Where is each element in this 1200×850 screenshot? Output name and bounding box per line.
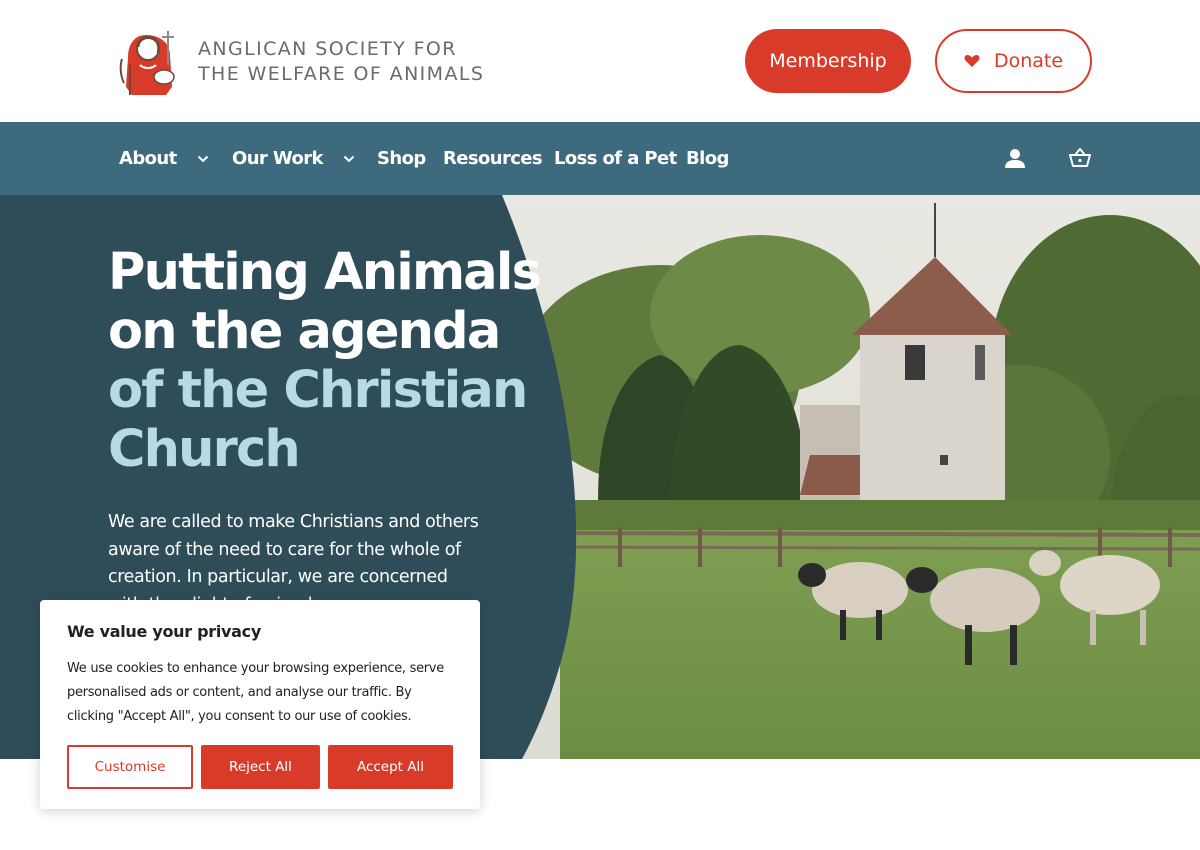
- hero-title-line-3: of the Christian: [108, 361, 528, 420]
- nav-item-label: Resources: [443, 148, 543, 169]
- membership-button[interactable]: Membership: [745, 29, 911, 93]
- nav-item-about[interactable]: About: [119, 122, 209, 195]
- hero-title-line-4: Church: [108, 420, 301, 479]
- customise-button[interactable]: Customise: [67, 745, 193, 789]
- chevron-down-icon[interactable]: [197, 155, 209, 163]
- main-navigation: About Our Work Shop Resources Loss of a …: [0, 122, 1200, 195]
- nav-item-label: Blog: [686, 148, 729, 169]
- saint-with-lamb-logo-icon: [119, 31, 175, 95]
- heart-icon: [964, 55, 980, 67]
- donate-label: Donate: [993, 50, 1064, 72]
- nav-item-loss-of-a-pet[interactable]: Loss of a Pet: [554, 122, 677, 195]
- hero-title-line-2: on the agenda: [108, 302, 501, 361]
- donate-button[interactable]: Donate: [935, 29, 1092, 93]
- site-logo[interactable]: ANGLICAN SOCIETY FOR THE WELFARE OF ANIM…: [116, 24, 483, 100]
- site-header: ANGLICAN SOCIETY FOR THE WELFARE OF ANIM…: [0, 0, 1200, 122]
- hero-title-line-1: Putting Animals: [108, 243, 542, 302]
- logo-text: ANGLICAN SOCIETY FOR THE WELFARE OF ANIM…: [198, 37, 484, 87]
- nav-item-label: Loss of a Pet: [554, 148, 677, 169]
- hero-title: Putting Animals on the agenda of the Chr…: [108, 243, 542, 479]
- nav-item-label: Shop: [377, 148, 426, 169]
- cookie-title: We value your privacy: [67, 622, 261, 641]
- logo-line-2: THE WELFARE OF ANIMALS: [198, 63, 485, 85]
- nav-item-resources[interactable]: Resources: [443, 122, 543, 195]
- accept-all-button[interactable]: Accept All: [328, 745, 453, 789]
- nav-item-label: Our Work: [232, 148, 323, 169]
- nav-item-blog[interactable]: Blog: [686, 122, 729, 195]
- cookie-description: We use cookies to enhance your browsing …: [67, 661, 444, 724]
- reject-all-button[interactable]: Reject All: [201, 745, 320, 789]
- nav-item-shop[interactable]: Shop: [377, 122, 426, 195]
- user-icon[interactable]: [1003, 146, 1027, 170]
- nav-item-our-work[interactable]: Our Work: [232, 122, 355, 195]
- cookie-consent-banner: We value your privacy We use cookies to …: [40, 600, 480, 809]
- basket-icon[interactable]: [1068, 146, 1092, 170]
- nav-item-label: About: [119, 148, 177, 169]
- chevron-down-icon[interactable]: [343, 155, 355, 163]
- logo-line-1: ANGLICAN SOCIETY FOR: [198, 38, 457, 60]
